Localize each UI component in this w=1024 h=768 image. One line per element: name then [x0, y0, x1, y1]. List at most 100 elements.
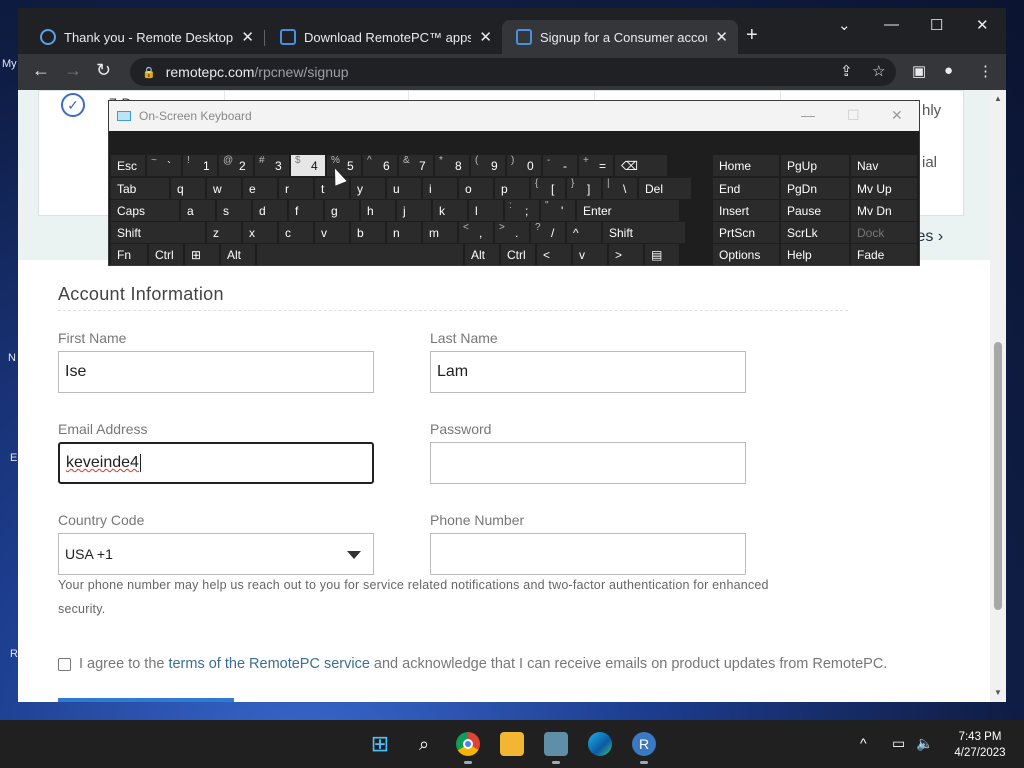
osk-nav-key[interactable]: PrtScn: [713, 222, 779, 243]
search-icon[interactable]: ⌕: [412, 732, 436, 756]
osk-key[interactable]: Fn: [111, 244, 147, 265]
osk-nav-key[interactable]: Dock: [851, 222, 917, 243]
osk-key[interactable]: " ': [541, 200, 575, 221]
osk-key[interactable]: u: [387, 178, 421, 199]
osk-key[interactable]: Alt: [221, 244, 255, 265]
scroll-up-icon[interactable]: ▲: [994, 94, 1002, 103]
osk-nav-key[interactable]: Nav: [851, 155, 917, 176]
osk-key[interactable]: Ctrl: [501, 244, 535, 265]
terms-checkbox[interactable]: [58, 657, 71, 671]
close-icon[interactable]: ✕: [891, 107, 903, 124]
reload-icon[interactable]: ↻: [96, 60, 111, 81]
close-window-icon[interactable]: ✕: [976, 16, 989, 34]
osk-key[interactable]: p: [495, 178, 529, 199]
osk-key[interactable]: l: [469, 200, 503, 221]
osk-key[interactable]: ! 1: [183, 155, 217, 176]
network-icon[interactable]: ▭: [892, 735, 905, 752]
osk-key[interactable]: ? /: [531, 222, 565, 243]
bookmark-star-icon[interactable]: ☆: [872, 62, 885, 80]
scroll-thumb[interactable]: [994, 342, 1002, 610]
osk-nav-key[interactable]: Mv Dn: [851, 200, 917, 221]
osk-key[interactable]: r: [279, 178, 313, 199]
phone-field[interactable]: [430, 533, 746, 575]
osk-key[interactable]: #3: [255, 155, 289, 176]
osk-key[interactable]: g: [325, 200, 359, 221]
osk-key[interactable]: k: [433, 200, 467, 221]
osk-key[interactable]: + =: [579, 155, 613, 176]
osk-key[interactable]: m: [423, 222, 457, 243]
chrome-icon[interactable]: [456, 732, 480, 764]
osk-nav-key[interactable]: Mv Up: [851, 178, 917, 199]
osk-key[interactable]: >: [609, 244, 643, 265]
first-name-field[interactable]: Ise: [58, 351, 374, 393]
terms-link[interactable]: terms of the RemotePC service: [168, 656, 369, 672]
osk-key[interactable]: q: [171, 178, 205, 199]
osk-key[interactable]: Alt: [465, 244, 499, 265]
osk-nav-key[interactable]: Insert: [713, 200, 779, 221]
osk-key[interactable]: ) 0: [507, 155, 541, 176]
osk-key[interactable]: e: [243, 178, 277, 199]
osk-nav-key[interactable]: PgUp: [781, 155, 849, 176]
osk-nav-key[interactable]: End: [713, 178, 779, 199]
osk-key[interactable]: | \: [603, 178, 637, 199]
osk-key[interactable]: a: [181, 200, 215, 221]
forward-icon[interactable]: →: [64, 60, 82, 81]
osk-key[interactable]: d: [253, 200, 287, 221]
osk-key[interactable]: f: [289, 200, 323, 221]
osk-key[interactable]: v: [315, 222, 349, 243]
chevron-up-icon[interactable]: ^: [860, 735, 867, 751]
windows-start-icon[interactable]: ⊞: [368, 731, 392, 756]
profile-icon[interactable]: ●: [944, 62, 953, 79]
system-clock[interactable]: 7:43 PM 4/27/2023: [948, 729, 1012, 761]
osk-key[interactable]: ⌫: [615, 155, 667, 176]
new-tab-icon[interactable]: +: [746, 24, 758, 47]
osk-title-bar[interactable]: On-Screen Keyboard: [109, 101, 919, 131]
osk-key[interactable]: o: [459, 178, 493, 199]
close-icon[interactable]: ✕: [479, 28, 492, 46]
osk-key[interactable]: Enter: [577, 200, 679, 221]
osk-nav-key[interactable]: Options: [713, 244, 779, 265]
address-bar[interactable]: 🔒 remotepc.com/rpcnew/signup: [130, 58, 896, 86]
osk-key[interactable]: <: [537, 244, 571, 265]
tab-thank-you[interactable]: Thank you - Remote Desktop Ma ✕: [26, 20, 264, 54]
osk-key[interactable]: * 8: [435, 155, 469, 176]
osk-key[interactable]: Ctrl: [149, 244, 183, 265]
osk-key[interactable]: w: [207, 178, 241, 199]
osk-key[interactable]: :;: [505, 200, 539, 221]
osk-key[interactable]: b: [351, 222, 385, 243]
osk-key[interactable]: v: [573, 244, 607, 265]
last-name-field[interactable]: Lam: [430, 351, 746, 393]
osk-key[interactable]: Caps: [111, 200, 179, 221]
osk-key[interactable]: <,: [459, 222, 493, 243]
osk-nav-key[interactable]: Fade: [851, 244, 917, 265]
minimize-icon[interactable]: —: [801, 107, 815, 123]
osk-key[interactable]: ^: [567, 222, 601, 243]
osk-key[interactable]: ▤: [645, 244, 679, 265]
osk-key[interactable]: Shift: [111, 222, 205, 243]
osk-key[interactable]: h: [361, 200, 395, 221]
osk-key[interactable]: z: [207, 222, 241, 243]
osk-nav-key[interactable]: ScrLk: [781, 222, 849, 243]
maximize-icon[interactable]: ☐: [847, 107, 860, 124]
osk-key[interactable]: @2: [219, 155, 253, 176]
email-field[interactable]: keveinde4: [58, 442, 374, 484]
osk-key[interactable]: >.: [495, 222, 529, 243]
remote-desktop-icon[interactable]: [544, 732, 568, 764]
osk-nav-key[interactable]: PgDn: [781, 178, 849, 199]
side-panel-icon[interactable]: ▣: [912, 62, 926, 80]
osk-key[interactable]: & 7: [399, 155, 433, 176]
menu-kebab-icon[interactable]: ⋮: [978, 62, 993, 80]
minimize-icon[interactable]: —: [884, 16, 899, 33]
osk-key[interactable]: ~ `: [147, 155, 181, 176]
scroll-down-icon[interactable]: ▼: [994, 688, 1002, 697]
remotepc-icon[interactable]: R: [632, 732, 656, 764]
osk-key[interactable]: s: [217, 200, 251, 221]
osk-nav-key[interactable]: Help: [781, 244, 849, 265]
osk-key[interactable]: ⊞: [185, 244, 219, 265]
osk-key[interactable]: Esc: [111, 155, 145, 176]
submit-button[interactable]: [58, 698, 234, 702]
osk-nav-key[interactable]: Home: [713, 155, 779, 176]
password-field[interactable]: [430, 442, 746, 484]
close-icon[interactable]: ✕: [715, 28, 728, 46]
osk-key[interactable]: x: [243, 222, 277, 243]
